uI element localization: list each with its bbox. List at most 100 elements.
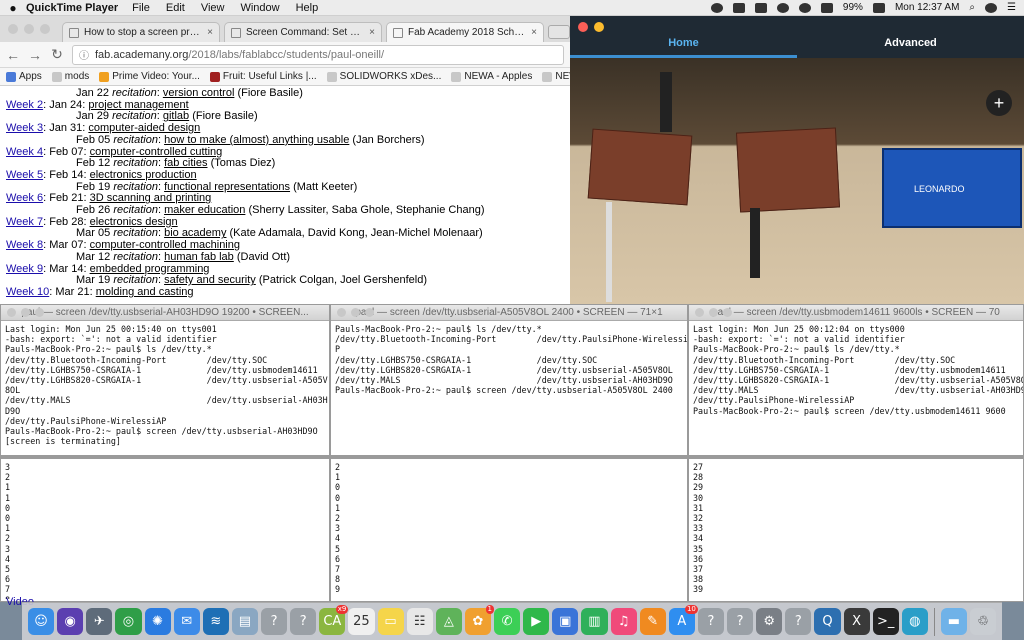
topic-link[interactable]: embedded programming xyxy=(90,263,210,275)
recitation-link[interactable]: maker education xyxy=(164,204,245,216)
menu-window[interactable]: Window xyxy=(240,2,279,14)
zoom-window-button[interactable] xyxy=(723,308,732,317)
user-icon[interactable] xyxy=(985,2,998,13)
terminal-output[interactable]: Last login: Mon Jun 25 00:15:40 on ttys0… xyxy=(1,321,329,455)
network-icon[interactable]: ◍ xyxy=(901,608,928,635)
topic-link[interactable]: electronics design xyxy=(90,216,178,228)
week-link[interactable]: Week 7 xyxy=(6,216,43,228)
bookmark-solidworks[interactable]: SOLIDWORKS xDes... xyxy=(326,71,441,82)
new-tab-button[interactable] xyxy=(548,25,570,39)
recitation-link[interactable]: human fab lab xyxy=(164,251,234,263)
close-tab-icon[interactable]: × xyxy=(531,27,537,38)
close-window-button[interactable] xyxy=(578,22,588,32)
preview-icon[interactable]: ▤ xyxy=(231,608,258,635)
time-machine-icon[interactable] xyxy=(798,2,811,13)
apple-menu-icon[interactable]: ● xyxy=(0,1,26,15)
quicktime-icon[interactable]: Q xyxy=(814,608,841,635)
topic-link[interactable]: electronics production xyxy=(90,169,197,181)
address-bar[interactable]: ⓘ fab.academany.org/2018/labs/fablabcc/s… xyxy=(72,44,564,65)
tab-stop-screen-process[interactable]: How to stop a screen process × xyxy=(62,22,220,42)
keynote-icon[interactable]: ▣ xyxy=(552,608,579,635)
calendar-icon[interactable]: 25 xyxy=(348,608,375,635)
terminal-output[interactable]: Pauls-MacBook-Pro-2:~ paul$ ls /dev/tty.… xyxy=(331,321,687,455)
siri-icon[interactable]: ◉ xyxy=(57,608,84,635)
reload-icon[interactable]: ↻ xyxy=(50,46,64,63)
wifi-icon[interactable] xyxy=(776,2,789,13)
recitation-link[interactable]: functional representations xyxy=(164,181,290,193)
terminal-serial-output[interactable]: 27 28 29 30 31 32 33 34 35 36 37 38 39 xyxy=(689,459,1023,599)
unknown-app-icon[interactable]: ? xyxy=(290,608,317,635)
recitation-link[interactable]: safety and security xyxy=(164,274,256,286)
numbers-icon[interactable]: ▥ xyxy=(581,608,608,635)
spotlight-icon[interactable]: ⌕ xyxy=(969,2,975,13)
menu-help[interactable]: Help xyxy=(296,2,319,14)
tab-fab-academy-schedule[interactable]: Fab Academy 2018 Schedule × xyxy=(386,22,544,42)
minimize-window-button[interactable] xyxy=(351,308,360,317)
close-window-button[interactable] xyxy=(695,308,704,317)
info-icon[interactable]: ⓘ xyxy=(79,47,89,62)
finder-icon[interactable]: ☺ xyxy=(28,608,55,635)
unknown-app-icon[interactable]: ? xyxy=(697,608,724,635)
week-link[interactable]: Week 8 xyxy=(6,239,43,251)
recitation-link[interactable]: gitlab xyxy=(163,110,189,123)
terminal-output[interactable]: Last login: Mon Jun 25 00:12:04 on ttys0… xyxy=(689,321,1023,455)
mail-icon[interactable]: ✉ xyxy=(173,608,200,635)
photos-icon[interactable]: ✿ 1 xyxy=(464,605,494,635)
terminal-serial-output[interactable]: 2 1 0 0 1 2 3 4 5 6 7 8 9 xyxy=(331,459,687,599)
creative-cloud-icon[interactable] xyxy=(710,2,723,13)
close-window-button[interactable] xyxy=(7,308,16,317)
close-tab-icon[interactable]: × xyxy=(207,27,213,38)
topic-link[interactable]: computer-controlled cutting xyxy=(90,146,223,158)
recitation-link[interactable]: how to make (almost) anything usable xyxy=(164,134,349,146)
close-tab-icon[interactable]: × xyxy=(369,27,375,38)
record-icon[interactable] xyxy=(732,2,745,13)
menu-view[interactable]: View xyxy=(201,2,225,14)
facetime-icon[interactable]: ▶ xyxy=(523,608,550,635)
back-arrow-icon[interactable]: ← xyxy=(6,47,20,63)
topic-link[interactable]: 3D scanning and printing xyxy=(90,192,212,204)
bookmark-mods[interactable]: mods xyxy=(51,71,89,82)
topic-link[interactable]: molding and casting xyxy=(96,286,194,298)
safari-icon[interactable]: ✺ xyxy=(144,608,171,635)
tab-screen-command[interactable]: Screen Command: Set Baud Ra × xyxy=(224,22,382,42)
reminders-icon[interactable]: ☷ xyxy=(406,608,433,635)
week-link[interactable]: Week 5 xyxy=(6,169,43,181)
launchpad-icon[interactable]: ✈ xyxy=(86,608,113,635)
topic-link[interactable]: project management xyxy=(88,99,188,111)
recitation-link[interactable]: fab cities xyxy=(164,157,207,169)
messages-icon[interactable]: ✆ xyxy=(494,608,521,635)
notification-center-icon[interactable]: ☰ xyxy=(1007,2,1016,13)
app-name-menu[interactable]: QuickTime Player xyxy=(26,2,118,14)
eagle-icon[interactable]: ≋ xyxy=(202,608,229,635)
recitation-link[interactable]: version control xyxy=(163,87,235,99)
week-link[interactable]: Week 10 xyxy=(6,286,49,298)
x11-icon[interactable]: X xyxy=(843,608,870,635)
system-preferences-icon[interactable]: ⚙ xyxy=(756,608,783,635)
volume-icon[interactable] xyxy=(820,2,833,13)
zoom-window-button[interactable] xyxy=(365,308,374,317)
battery-percent[interactable]: 99% xyxy=(843,2,863,13)
minimize-window-button[interactable] xyxy=(709,308,718,317)
topic-link[interactable]: computer-aided design xyxy=(88,122,200,134)
topic-link[interactable]: computer-controlled machining xyxy=(90,239,240,251)
bluetooth-icon[interactable] xyxy=(754,2,767,13)
week-link[interactable]: Week 9 xyxy=(6,263,43,275)
zoom-window-button[interactable] xyxy=(35,308,44,317)
music-icon[interactable]: ♫ xyxy=(610,608,637,635)
add-button[interactable]: + xyxy=(986,90,1012,116)
week-link[interactable]: Week 2 xyxy=(6,99,43,111)
minimize-window-button[interactable] xyxy=(21,308,30,317)
minimize-window-button[interactable] xyxy=(24,24,34,34)
week-link[interactable]: Week 4 xyxy=(6,146,43,158)
folder-icon[interactable]: ▬ xyxy=(940,608,967,635)
zoom-window-button[interactable] xyxy=(40,24,50,34)
bookmark-fruit[interactable]: Fruit: Useful Links |... xyxy=(209,71,317,82)
tab-advanced[interactable]: Advanced xyxy=(797,37,1024,58)
forward-arrow-icon[interactable]: → xyxy=(28,47,42,63)
close-window-button[interactable] xyxy=(8,24,18,34)
battery-icon[interactable] xyxy=(872,2,885,13)
bookmark-prime-video[interactable]: Prime Video: Your... xyxy=(99,71,200,82)
chrome-icon[interactable]: ◎ xyxy=(115,608,142,635)
terminal-icon[interactable]: >_ xyxy=(872,608,899,635)
close-window-button[interactable] xyxy=(337,308,346,317)
